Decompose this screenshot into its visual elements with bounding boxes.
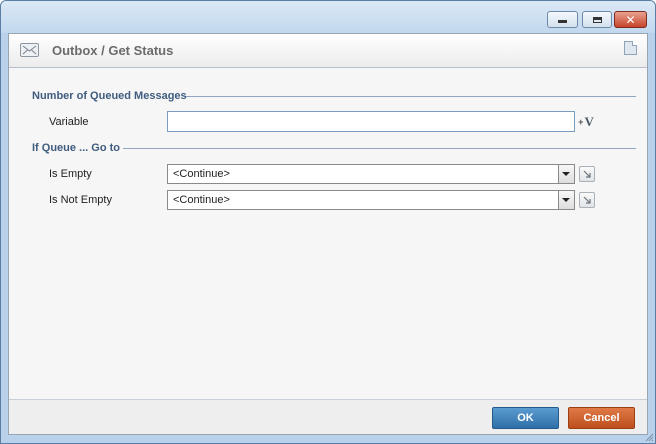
resize-grip-icon[interactable] xyxy=(644,432,654,442)
maximize-icon xyxy=(592,16,602,23)
section-heading-queue-goto: If Queue ... Go to xyxy=(32,142,120,154)
envelope-icon xyxy=(20,43,39,57)
is-not-empty-label: Is Not Empty xyxy=(49,194,112,206)
section-divider xyxy=(186,96,636,97)
dialog-footer: OK Cancel xyxy=(9,399,647,434)
note-icon[interactable] xyxy=(624,41,637,55)
section-divider xyxy=(123,148,636,149)
dialog-title: Outbox / Get Status xyxy=(52,43,174,58)
ok-button[interactable]: OK xyxy=(492,407,559,429)
variable-label: Variable xyxy=(49,116,89,128)
is-empty-select[interactable]: <Continue> xyxy=(167,164,575,184)
insert-variable-plus: + xyxy=(578,116,584,127)
goto-is-empty-button[interactable] xyxy=(579,166,595,182)
is-empty-label: Is Empty xyxy=(49,168,92,180)
dialog-header: Outbox / Get Status xyxy=(9,34,647,68)
dialog-window: ✕ Outbox / Get Status Number of Queued M… xyxy=(0,0,656,444)
close-button[interactable]: ✕ xyxy=(614,11,647,28)
minimize-icon xyxy=(558,20,567,23)
is-not-empty-value: <Continue> xyxy=(173,194,230,206)
minimize-button[interactable] xyxy=(547,11,578,28)
dialog-body: Outbox / Get Status Number of Queued Mes… xyxy=(8,33,648,435)
chevron-down-icon[interactable] xyxy=(558,165,574,183)
goto-is-not-empty-button[interactable] xyxy=(579,192,595,208)
maximize-button[interactable] xyxy=(582,11,612,28)
goto-arrow-icon xyxy=(583,196,591,204)
goto-arrow-icon xyxy=(583,170,591,178)
variable-input[interactable] xyxy=(167,111,575,132)
window-titlebar[interactable]: ✕ xyxy=(1,1,655,33)
is-empty-value: <Continue> xyxy=(173,168,230,180)
cancel-button[interactable]: Cancel xyxy=(568,407,635,429)
is-not-empty-select[interactable]: <Continue> xyxy=(167,190,575,210)
insert-variable-button[interactable]: + V xyxy=(576,112,596,131)
close-icon: ✕ xyxy=(625,12,636,27)
insert-variable-icon: V xyxy=(584,113,594,129)
chevron-down-icon[interactable] xyxy=(558,191,574,209)
section-heading-queued: Number of Queued Messages xyxy=(32,90,187,102)
